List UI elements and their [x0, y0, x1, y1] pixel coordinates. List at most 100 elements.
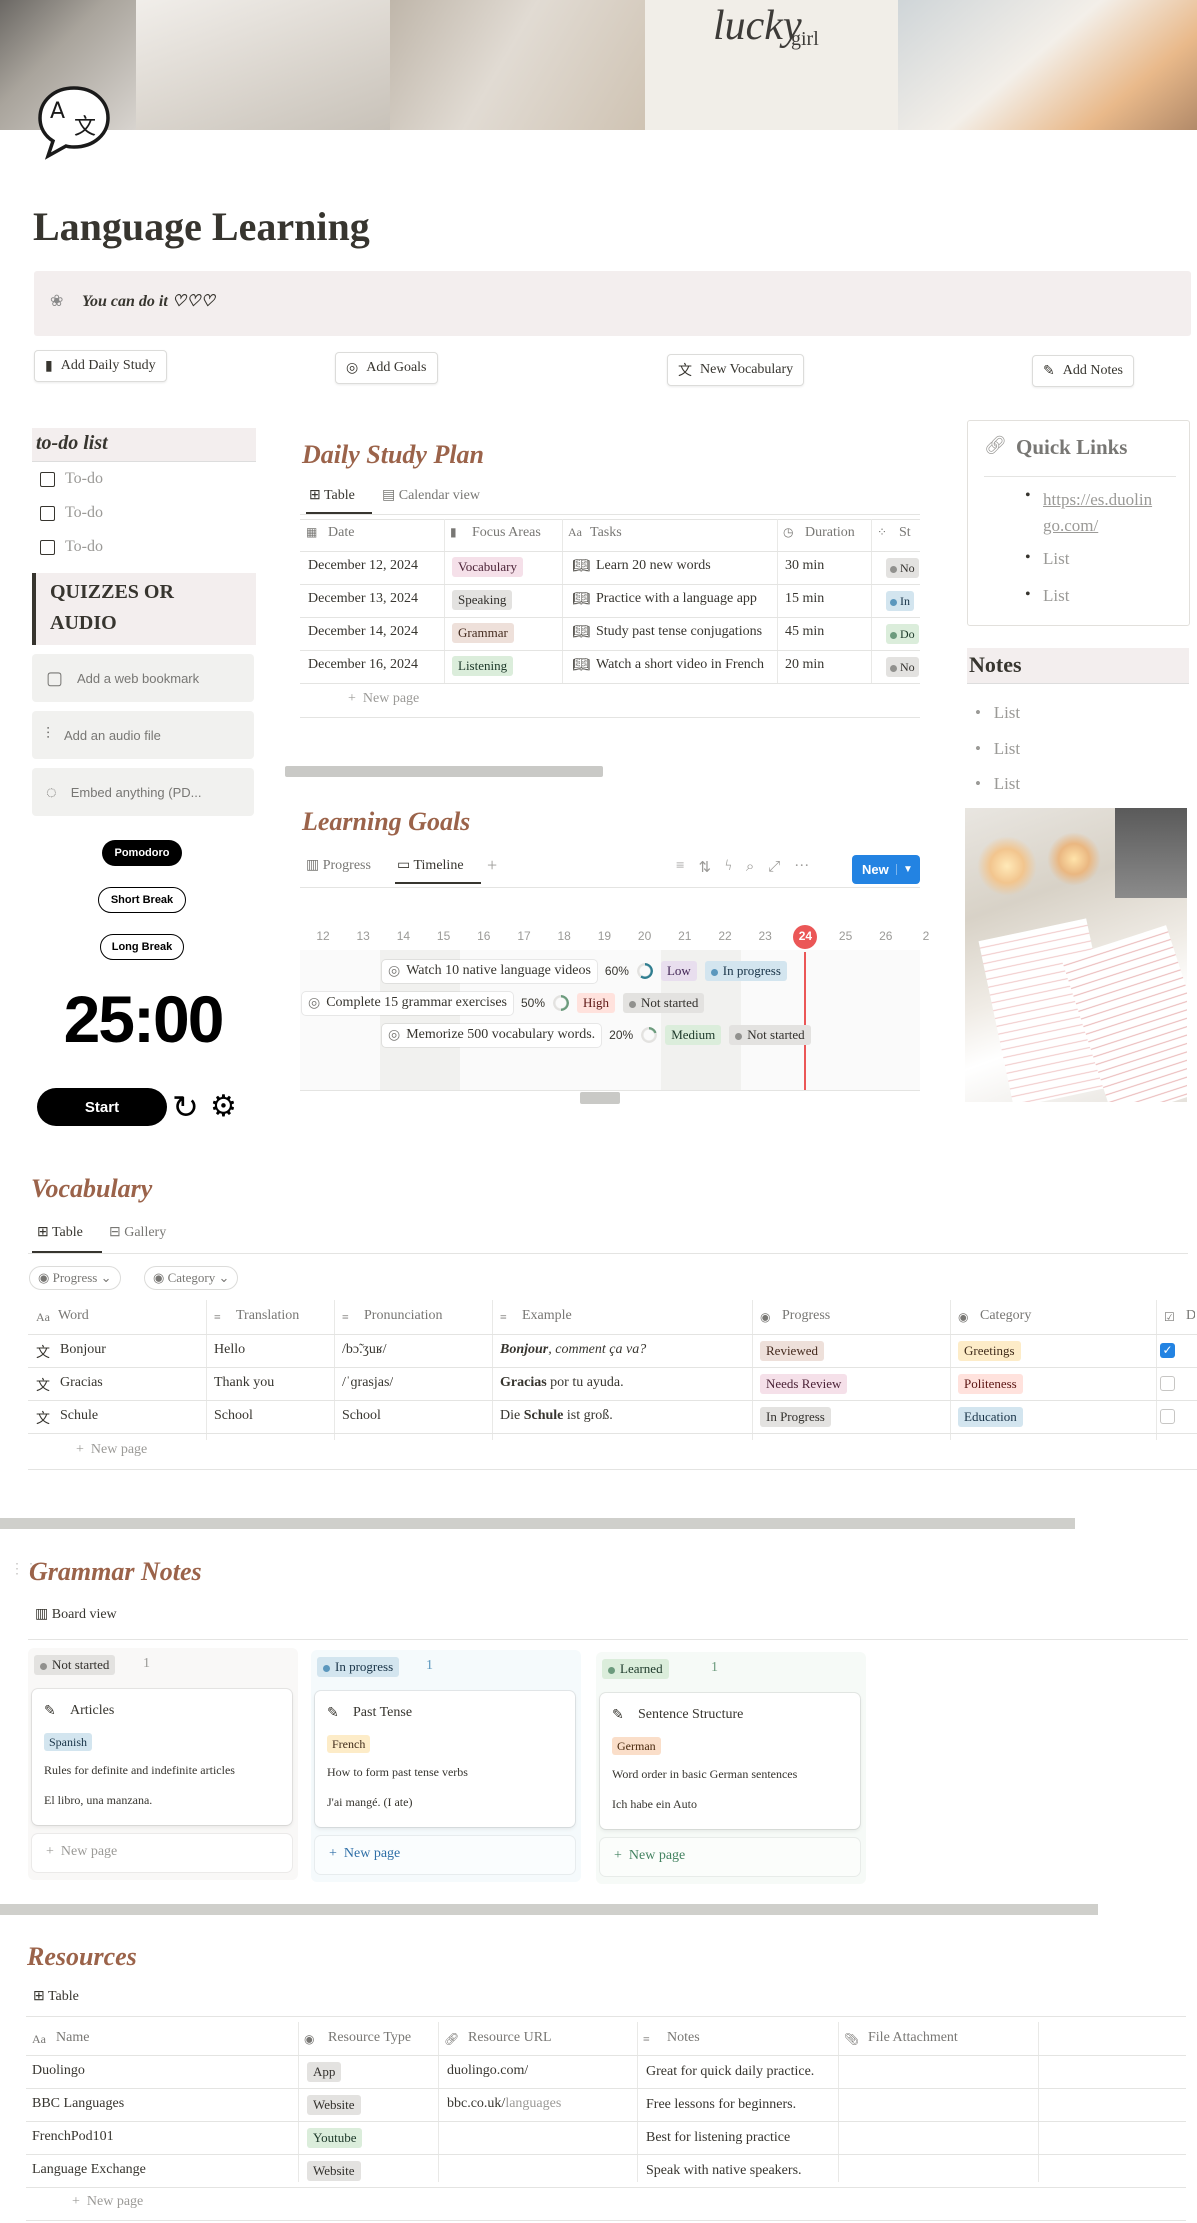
tab-table[interactable]: ⊞ Table — [37, 1224, 83, 1241]
timeline-goal[interactable]: ◎ Memorize 500 vocabulary words. 20% Medium… — [382, 1021, 811, 1049]
pronunciation-cell: /bɔ̃.ʒuʁ/ — [342, 1342, 387, 1357]
notes-cell: Best for listening practice — [646, 2130, 791, 2145]
tab-progress[interactable]: ▥ Progress — [306, 857, 371, 874]
list-icon: ≡ — [342, 1310, 349, 1324]
column-header: Name — [56, 2030, 90, 2045]
new-page-button[interactable]: + New page — [348, 691, 419, 707]
status-tag: In progress — [704, 961, 787, 981]
date-cell: December 16, 2024 — [308, 657, 419, 672]
search-icon[interactable]: ⌕ — [746, 858, 754, 877]
tab-calendar[interactable]: ▤ Calendar view — [382, 487, 480, 504]
scrollbar[interactable] — [0, 1904, 1098, 1915]
checkbox-icon: ☑ — [1164, 1310, 1175, 1324]
expand-icon[interactable]: ⤢ — [768, 858, 780, 877]
done-checkbox[interactable] — [1160, 1409, 1175, 1424]
new-page-button[interactable]: + New page — [72, 2194, 143, 2210]
goal-chip: ◎ Memorize 500 vocabulary words. — [382, 1023, 602, 1047]
table-row[interactable] — [26, 2088, 1186, 2121]
timeline-day: 25 — [838, 929, 853, 943]
url-cell[interactable]: bbc.co.uk/languages — [447, 2096, 561, 2112]
new-button[interactable]: New ▼ — [852, 855, 920, 884]
todo-label: To-do — [65, 538, 103, 555]
category-tag: Greetings — [958, 1341, 1021, 1361]
horizontal-scrollbar[interactable] — [285, 766, 603, 777]
filter-chip-progress[interactable]: ◉ Progress ⌄ — [29, 1266, 121, 1290]
horizontal-scrollbar[interactable] — [580, 1092, 620, 1104]
focus-area-tag: Grammar — [452, 623, 514, 643]
quizzes-header: QUIZZES OR AUDIO — [32, 573, 256, 645]
timeline-icon: ▭ — [397, 858, 411, 873]
timer-display: 25:00 — [63, 982, 225, 1056]
card-description: Rules for definite and indefinite articl… — [44, 1763, 235, 1777]
tab-table[interactable]: ⊞ Table — [309, 487, 355, 504]
note-icon: ✎ — [44, 1704, 56, 1719]
bullet: • — [1025, 487, 1031, 504]
timeline-goal[interactable]: ◎ Watch 10 native language videos 60% Low In… — [382, 957, 787, 985]
add-view-icon[interactable]: + — [487, 855, 497, 876]
timeline-goal[interactable]: ◎ Complete 15 grammar exercises 50% High Not… — [302, 989, 705, 1017]
done-checkbox[interactable] — [1160, 1376, 1175, 1391]
todo-header: to-do list — [32, 428, 256, 462]
embed-label: Embed anything (PD... — [70, 784, 202, 800]
table-row[interactable] — [26, 2121, 1186, 2154]
todo-item[interactable]: To-do — [40, 470, 103, 488]
automation-icon[interactable]: ϟ — [725, 858, 732, 877]
timeline-day: 22 — [718, 929, 732, 943]
tab-timeline[interactable]: ▭ Timeline — [397, 857, 464, 874]
checkbox[interactable] — [40, 539, 55, 555]
more-icon[interactable]: ··· — [794, 858, 809, 877]
card-example: Ich habe ein Auto — [612, 1797, 697, 1811]
checkbox[interactable] — [40, 471, 55, 487]
table-row[interactable] — [26, 2055, 1186, 2088]
tab-gallery[interactable]: ⊟ Gallery — [109, 1224, 166, 1241]
add-notes-button[interactable]: ✎ Add Notes — [1032, 355, 1135, 387]
table-row[interactable] — [26, 2154, 1186, 2187]
book-icon: 📖︎ — [572, 625, 590, 640]
column-status-tag: Not started — [34, 1655, 116, 1675]
card-example: J'ai mangé. (I ate) — [327, 1795, 413, 1809]
filter-chip-category[interactable]: ◉ Category ⌄ — [144, 1266, 239, 1290]
language-tag-wrap: German — [612, 1737, 661, 1755]
new-page-button[interactable]: + New page — [76, 1442, 147, 1458]
start-button[interactable]: Start — [37, 1088, 167, 1126]
new-page-button[interactable]: + New page — [32, 1834, 292, 1872]
sort-icon[interactable]: ⇅ — [698, 858, 711, 877]
notebook-icon: ▮ — [45, 358, 53, 374]
short-break-button[interactable]: Short Break — [98, 887, 186, 913]
settings-icon[interactable]: ⚙ — [210, 1089, 237, 1125]
filter-icon[interactable]: ≡ — [676, 858, 684, 877]
tab-table[interactable]: ⊞ Table — [33, 1988, 79, 2005]
new-page-button[interactable]: + New page — [315, 1836, 575, 1874]
url-cell[interactable]: duolingo.com/ — [447, 2063, 528, 2079]
web-bookmark-embed[interactable]: ▢ Add a web bookmark — [32, 654, 254, 702]
scrollbar[interactable] — [0, 1518, 1075, 1529]
embed-label: Add a web bookmark — [77, 670, 200, 686]
notes-cell: Speak with native speakers. — [646, 2163, 802, 2178]
type-tag: Website — [307, 2161, 361, 2181]
chevron-down-icon[interactable]: ▼ — [896, 864, 913, 875]
reset-icon[interactable]: ↻ — [172, 1089, 199, 1125]
progress-ring — [636, 963, 653, 979]
checkbox[interactable] — [40, 505, 55, 521]
pomodoro-button[interactable]: Pomodoro — [102, 840, 182, 866]
done-checkbox[interactable]: ✓ — [1160, 1343, 1175, 1358]
embed-label: Add an audio file — [64, 727, 161, 743]
long-break-button[interactable]: Long Break — [100, 934, 184, 960]
audio-embed[interactable]: ⫶ Add an audio file — [32, 711, 254, 759]
new-page-button[interactable]: + New page — [600, 1838, 860, 1876]
embed-icon: ◌ — [46, 781, 57, 802]
status-tag: In — [886, 591, 920, 611]
generic-embed[interactable]: ◌ Embed anything (PD... — [32, 768, 254, 816]
todo-item[interactable]: To-do — [40, 504, 103, 522]
duolingo-link[interactable]: https://es.duolin go.com/ — [1043, 487, 1173, 539]
candle-glow — [1047, 832, 1101, 886]
todo-item[interactable]: To-do — [40, 538, 103, 556]
target-icon: ◎ — [308, 995, 321, 1011]
tab-board[interactable]: ▥ Board view — [35, 1606, 117, 1623]
add-daily-study-button[interactable]: ▮ Add Daily Study — [34, 350, 167, 382]
new-vocabulary-button[interactable]: 文 New Vocabulary — [667, 354, 805, 386]
timeline-day: 17 — [517, 929, 531, 943]
add-goals-button[interactable]: ◎ Add Goals — [335, 352, 438, 384]
toolbar: ≡ ⇅ ϟ ⌕ ⤢ ··· — [676, 858, 809, 877]
callout-text: You can do it ♡♡♡ — [82, 293, 215, 310]
